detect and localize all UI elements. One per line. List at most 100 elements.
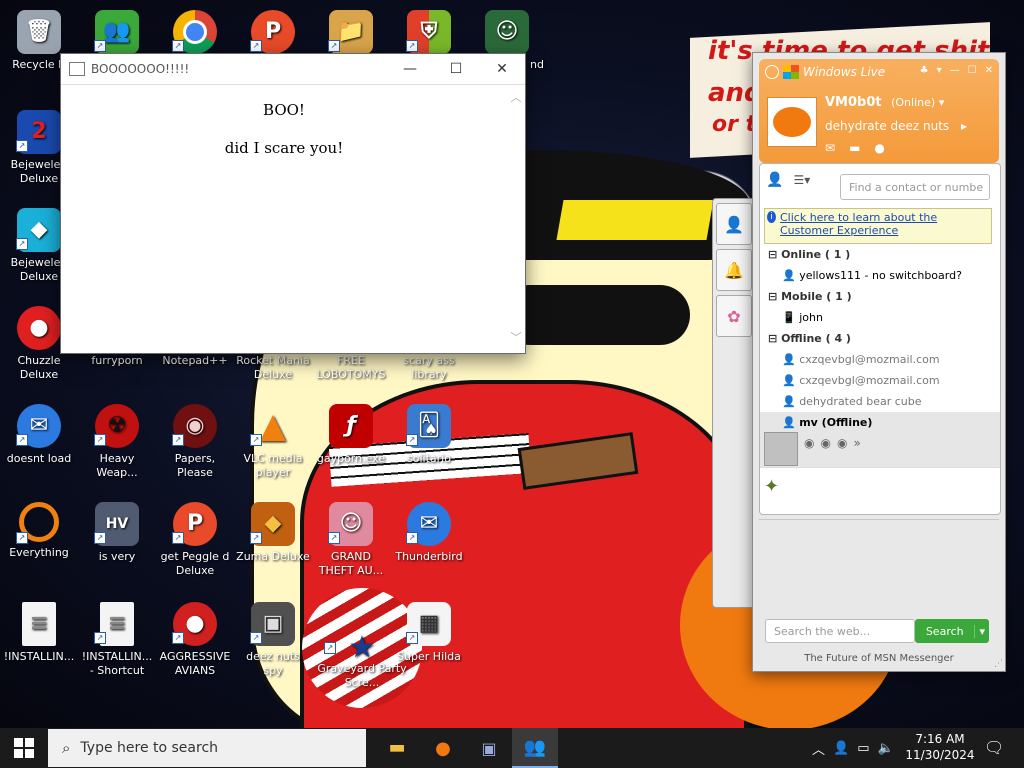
contact-row[interactable]: 👤 cxzqevbgl@mozmail.com (768, 349, 992, 369)
wallpaper-glasses (500, 285, 690, 345)
group-header-offline[interactable]: ⊟ Offline ( 4 ) (768, 328, 992, 348)
folder-icon[interactable]: ▬ (849, 141, 860, 155)
contact-row[interactable]: 👤 cxzqevbgl@mozmail.com (768, 370, 992, 390)
close-button[interactable]: ✕ (479, 54, 525, 84)
group-header-online[interactable]: ⊟ Online ( 1 ) (768, 244, 992, 264)
resize-grip-icon[interactable]: ⋰ (994, 659, 1003, 669)
desktop-icon-label: Notepad++ (162, 354, 228, 367)
collapse-icon[interactable]: ⊟ (768, 332, 777, 345)
web-search-button[interactable]: Search ▾ (915, 619, 989, 643)
shortcut-arrow-icon: ↗ (94, 632, 106, 644)
search-dropdown-icon[interactable]: ▾ (974, 624, 989, 638)
desktop-icon-deez-nuts-spy[interactable]: ▣ ↗ deez nuts spy (234, 596, 312, 692)
close-icon[interactable]: ✕ (985, 65, 993, 76)
back-icon[interactable] (765, 65, 779, 79)
shortcut-arrow-icon: ↗ (172, 40, 184, 52)
mascot-icon[interactable]: ♣ (920, 65, 929, 76)
shortcut-arrow-icon: ↗ (250, 532, 262, 544)
web-search-field[interactable]: Search the web... (765, 619, 915, 643)
desktop-icon-is-very[interactable]: HV ↗ is very (78, 496, 156, 592)
desktop-icon-label: Zuma Deluxe (236, 550, 310, 563)
selected-contact-card[interactable]: 👤 mv (Offline) ◉ ◉ ◉ » (760, 412, 1000, 468)
messenger-taskbar-icon[interactable]: 👥 (512, 728, 558, 768)
contact-name: yellows111 - no switchboard? (799, 268, 962, 282)
desktop-icon-thunderbird[interactable]: ✉ ↗ Thunderbird (390, 496, 468, 592)
mail-icon[interactable]: ✉ (825, 141, 835, 155)
desktop-icon-papers-please[interactable]: ◉ ↗ Papers, Please (156, 398, 234, 494)
desktop-icon-heavy-weapon[interactable]: ☢ ↗ Heavy Weap... (78, 398, 156, 494)
vertical-scrollbar[interactable]: ︿ ﹀ (507, 85, 525, 353)
contact-message-icon[interactable]: ◉ (837, 436, 847, 450)
desktop-icon-everything[interactable]: ↗ Everything (0, 496, 78, 592)
contact-row-selected[interactable]: 👤 mv (Offline) (768, 412, 992, 432)
firefox-icon[interactable]: ● (420, 728, 466, 768)
desktop-icon-peggle-deluxe[interactable]: P ↗ get Peggle d Deluxe (156, 496, 234, 592)
anime-character-icon: ☺ (485, 10, 529, 54)
contact-row[interactable]: 👤 yellows111 - no switchboard? (768, 265, 992, 285)
collapse-icon[interactable]: ⊟ (768, 248, 777, 261)
group-header-mobile[interactable]: ⊟ Mobile ( 1 ) (768, 286, 992, 306)
collapse-icon[interactable]: ⊟ (768, 290, 777, 303)
desktop-icon-installing[interactable]: ≡ !INSTALLIN... (0, 596, 78, 692)
boo-window[interactable]: BOOOOOOO!!!!! — ☐ ✕ BOO! did I scare you… (60, 53, 526, 354)
contact-row[interactable]: 👤 dehydrated bear cube (768, 391, 992, 411)
desktop-icon-label: GRAND THEFT AU... (318, 550, 384, 577)
desktop-icon-gayporn[interactable]: ƒ gayporn.exe (312, 398, 390, 494)
title-bar[interactable]: BOOOOOOO!!!!! — ☐ ✕ (61, 54, 525, 85)
alerts-bell-icon[interactable]: 🔔 (716, 249, 752, 291)
info-bar[interactable]: i Click here to learn about the Customer… (764, 208, 992, 244)
boo-heading: BOO! (263, 101, 305, 119)
taskbar: ⌕ Type here to search ▬ ● ▣ 👥 ︿ 👤 ▭ 🔈 7:… (0, 728, 1024, 768)
find-contact-field[interactable]: Find a contact or numbe (840, 174, 990, 200)
taskbar-search-box[interactable]: ⌕ Type here to search (48, 729, 366, 767)
contact-email-icon[interactable]: ◉ (820, 436, 830, 450)
clock[interactable]: 7:16 AM 11/30/2024 (902, 731, 978, 763)
network-icon[interactable]: ▭ (857, 741, 869, 756)
message-dropdown-icon[interactable]: ▸ (961, 119, 967, 133)
minimize-button[interactable]: — (387, 54, 433, 84)
desktop-icon-solitario[interactable]: 🂡 ↗ solitario (390, 398, 468, 494)
desktop-icon-gta[interactable]: ☺ ↗ GRAND THEFT AU... (312, 496, 390, 592)
contact-avatar[interactable] (764, 432, 798, 466)
start-windows-icon[interactable] (14, 738, 34, 758)
avatar[interactable] (767, 97, 817, 147)
status-text[interactable]: (Online) (891, 96, 935, 109)
maximize-icon[interactable]: ☐ (968, 65, 977, 76)
contacts-tab-icon[interactable]: 👤 (716, 203, 752, 245)
clock-date: 11/30/2024 (905, 748, 975, 762)
desktop-icon-vlc[interactable]: ▲ ↗ VLC media player (234, 398, 312, 494)
wallpaper-text: or t (712, 112, 757, 137)
msn-messenger-window[interactable]: Windows Live ♣ ▾ — ☐ ✕ VM0b0t (Online) ▾… (752, 52, 1006, 672)
display-name[interactable]: VM0b0t (825, 95, 882, 110)
personal-message[interactable]: dehydrate deez nuts (825, 119, 949, 133)
show-hidden-icons-chevron-icon[interactable]: ︿ (812, 739, 825, 758)
add-contact-icon[interactable]: 👤 (766, 172, 783, 188)
desktop-icon-aggressive-avians[interactable]: ● ↗ AGGRESSIVE AVIANS (156, 596, 234, 692)
desktop-icon-doesnt-load[interactable]: ✉ ↗ doesnt load (0, 398, 78, 494)
volume-icon[interactable]: 🔈 (878, 741, 894, 756)
window-title: BOOOOOOO!!!!! (91, 62, 190, 76)
shortcut-arrow-icon: ↗ (406, 532, 418, 544)
scroll-up-arrow-icon[interactable]: ︿ (507, 89, 525, 105)
scroll-down-arrow-icon[interactable]: ﹀ (507, 329, 525, 345)
info-link[interactable]: Click here to learn about the Customer E… (780, 211, 989, 237)
more-actions-icon[interactable]: » (853, 436, 860, 450)
file-explorer-icon[interactable]: ▬ (374, 728, 420, 768)
xbox-icon[interactable]: ● (874, 141, 884, 155)
flowers-tab-icon[interactable]: ✿ (716, 295, 752, 337)
desktop-icon-installing-shortcut[interactable]: ≡ ↗ !INSTALLIN... - Shortcut (78, 596, 156, 692)
control-panel-icon[interactable]: ▣ (466, 728, 512, 768)
info-icon: i (767, 211, 776, 223)
desktop-icon-label: Chuzzle Deluxe (17, 354, 61, 381)
notification-icon[interactable]: 🗨 (984, 738, 1004, 757)
minimize-icon[interactable]: — (950, 65, 960, 76)
contact-profile-icon[interactable]: ◉ (804, 436, 814, 450)
contact-row[interactable]: 📱 john (768, 307, 992, 327)
desktop-icon-zuma[interactable]: ◆ ↗ Zuma Deluxe (234, 496, 312, 592)
status-dropdown-icon[interactable]: ▾ (939, 96, 945, 109)
messenger-tray-icon[interactable]: 👤 (833, 741, 849, 756)
desktop-icon-super-hilda[interactable]: ▦ ↗ Super Hilda (390, 596, 468, 692)
menu-dropdown-icon[interactable]: ▾ (937, 65, 942, 76)
maximize-button[interactable]: ☐ (433, 54, 479, 84)
view-options-icon[interactable]: ☰▾ (793, 173, 810, 187)
